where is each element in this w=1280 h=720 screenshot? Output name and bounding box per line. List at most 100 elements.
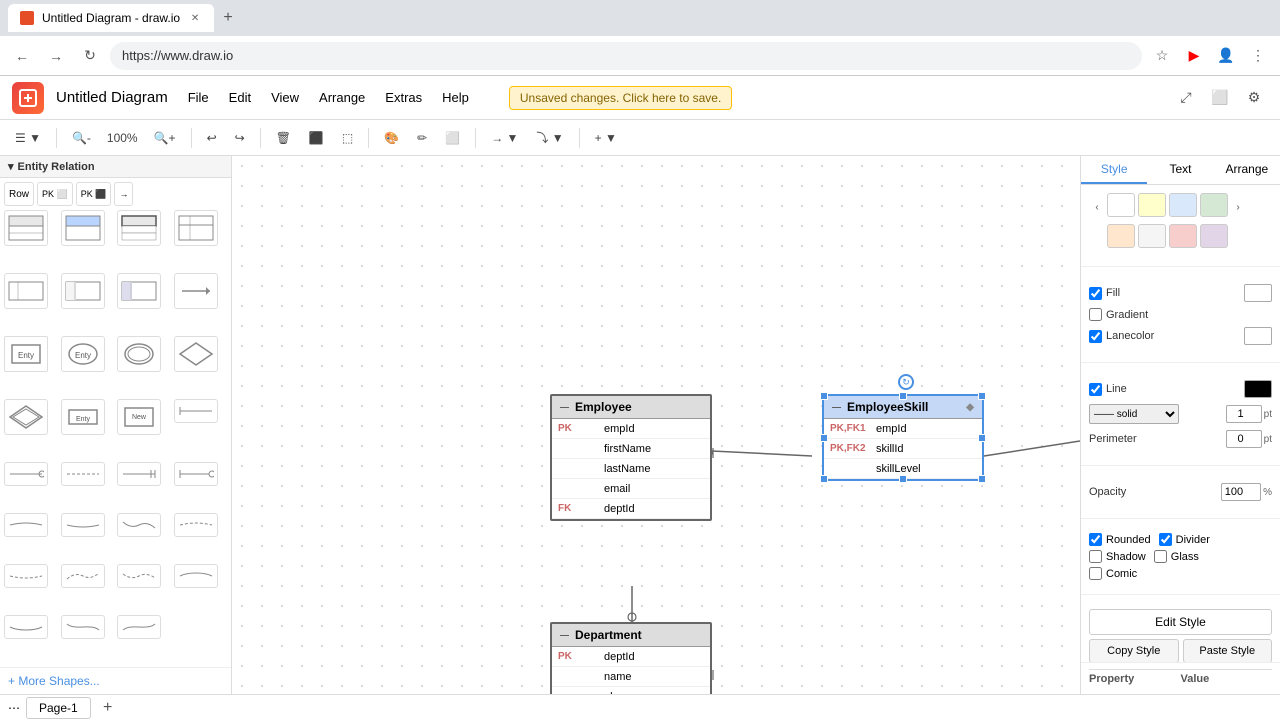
handle-tm[interactable] <box>899 392 907 400</box>
shape-table-1[interactable] <box>4 210 48 246</box>
line-width-input[interactable] <box>1226 405 1262 423</box>
handle-mr[interactable] <box>978 434 986 442</box>
handle-bm[interactable] <box>899 475 907 483</box>
connector-10[interactable] <box>4 564 48 588</box>
menu-extras[interactable]: Extras <box>377 86 430 109</box>
line-color-box[interactable] <box>1244 380 1272 398</box>
connector-2[interactable] <box>4 462 48 486</box>
handle-tr[interactable] <box>978 392 986 400</box>
shape-circle-entity[interactable]: Enty <box>61 336 105 372</box>
tab-close-btn[interactable]: ✕ <box>188 11 202 25</box>
fill-label[interactable]: Fill <box>1089 287 1120 300</box>
active-tab[interactable]: Untitled Diagram - draw.io ✕ <box>8 4 214 32</box>
swatch-green[interactable] <box>1200 193 1228 217</box>
profile-btn[interactable]: 👤 <box>1212 42 1240 70</box>
unsaved-notice[interactable]: Unsaved changes. Click here to save. <box>509 86 732 110</box>
edit-style-btn[interactable]: Edit Style <box>1089 609 1272 635</box>
rounded-label[interactable]: Rounded <box>1089 533 1151 546</box>
line-checkbox[interactable] <box>1089 383 1102 396</box>
lanecolor-label[interactable]: Lanecolor <box>1089 330 1154 343</box>
line-color-btn[interactable]: ✏ <box>410 125 434 151</box>
zoom-display[interactable]: 100% <box>100 125 145 151</box>
shape-entity-rect[interactable]: Enty <box>61 399 105 435</box>
bookmark-btn[interactable]: ☆ <box>1148 42 1176 70</box>
shape-diamond-2[interactable] <box>4 399 48 435</box>
window-btn[interactable]: ⬜ <box>1206 84 1234 112</box>
address-bar[interactable]: https://www.draw.io <box>110 42 1142 70</box>
connector-3[interactable] <box>61 462 105 486</box>
rounded-checkbox[interactable] <box>1089 533 1102 546</box>
color-nav-left[interactable]: ‹ <box>1089 199 1105 215</box>
handle-ml[interactable] <box>820 434 828 442</box>
employee-table[interactable]: — Employee PK empId firstName lastName <box>550 394 712 521</box>
canvas-area[interactable]: — Employee PK empId firstName lastName <box>232 156 1080 694</box>
menu-help[interactable]: Help <box>434 86 477 109</box>
connector-8[interactable] <box>117 513 161 537</box>
glass-label[interactable]: Glass <box>1154 550 1199 563</box>
shape-diamond-1[interactable] <box>174 336 218 372</box>
shape-arrow-right[interactable] <box>174 273 218 309</box>
pk2-shape[interactable]: PK ⬛ <box>76 182 112 206</box>
swatch-gray[interactable] <box>1138 224 1166 248</box>
shape-rect-label[interactable]: Enty <box>4 336 48 372</box>
gradient-label[interactable]: Gradient <box>1089 308 1148 321</box>
tab-style[interactable]: Style <box>1081 156 1147 184</box>
redo-btn[interactable]: ↪ <box>228 125 252 151</box>
department-table[interactable]: — Department PK deptId name phone <box>550 622 712 694</box>
tab-text[interactable]: Text <box>1147 156 1213 184</box>
gradient-checkbox[interactable] <box>1089 308 1102 321</box>
swatch-red[interactable] <box>1169 224 1197 248</box>
shape-table-3[interactable] <box>117 210 161 246</box>
menu-view[interactable]: View <box>263 86 307 109</box>
connector-16[interactable] <box>117 615 161 639</box>
swatch-yellow[interactable] <box>1138 193 1166 217</box>
connector-14[interactable] <box>4 615 48 639</box>
lanecolor-box[interactable] <box>1244 327 1272 345</box>
shape-row-label[interactable] <box>4 273 48 309</box>
paste-style-btn[interactable]: Paste Style <box>1183 639 1273 662</box>
rotate-handle[interactable]: ↻ <box>898 374 914 390</box>
shape-circle-weak[interactable] <box>117 336 161 372</box>
swatch-purple[interactable] <box>1200 224 1228 248</box>
connector-9[interactable] <box>174 513 218 537</box>
menu-edit[interactable]: Edit <box>221 86 259 109</box>
connector-btn[interactable]: → ▼ <box>484 125 525 151</box>
lanecolor-checkbox[interactable] <box>1089 330 1102 343</box>
connector-7[interactable] <box>61 513 105 537</box>
row-shape-label[interactable]: Row <box>4 182 34 206</box>
waypoint-btn[interactable]: ⤵ ▼ <box>529 125 570 151</box>
to-back-btn[interactable]: ⬚ <box>335 125 360 151</box>
employeeskill-table[interactable]: — EmployeeSkill ◆ PK,FK1 empId PK,FK2 sk… <box>822 394 984 481</box>
youtube-btn[interactable]: ▶ <box>1180 42 1208 70</box>
zoom-out-btn[interactable]: 🔍- <box>65 125 98 151</box>
connector-12[interactable] <box>117 564 161 588</box>
shape-table-4[interactable] <box>174 210 218 246</box>
zoom-in-btn[interactable]: 🔍+ <box>147 125 183 151</box>
divider-label[interactable]: Divider <box>1159 533 1210 546</box>
forward-btn[interactable]: → <box>42 42 70 70</box>
add-page-btn[interactable]: + <box>97 697 119 719</box>
swatch-orange[interactable] <box>1107 224 1135 248</box>
shape-row-pk[interactable] <box>61 273 105 309</box>
fill-checkbox[interactable] <box>1089 287 1102 300</box>
handle-bl[interactable] <box>820 475 828 483</box>
insert-btn[interactable]: + ▼ <box>588 125 624 151</box>
refresh-btn[interactable]: ↻ <box>76 42 104 70</box>
handle-br[interactable] <box>978 475 986 483</box>
copy-style-btn[interactable]: Copy Style <box>1089 639 1179 662</box>
arrow-shape[interactable]: → <box>114 182 133 206</box>
glass-checkbox[interactable] <box>1154 550 1167 563</box>
shadow-label[interactable]: Shadow <box>1089 550 1146 563</box>
swatch-blue[interactable] <box>1169 193 1197 217</box>
connector-15[interactable] <box>61 615 105 639</box>
undo-btn[interactable]: ↩ <box>200 125 224 151</box>
more-options-btn[interactable]: ⋯ <box>8 701 20 715</box>
fill-btn[interactable]: 🎨 <box>377 125 406 151</box>
connector-4[interactable] <box>117 462 161 486</box>
connector-1[interactable] <box>174 399 218 423</box>
shape-btn[interactable]: ⬜ <box>438 125 467 151</box>
swatch-white[interactable] <box>1107 193 1135 217</box>
connector-5[interactable] <box>174 462 218 486</box>
page-1-tab[interactable]: Page-1 <box>26 697 91 719</box>
shadow-checkbox[interactable] <box>1089 550 1102 563</box>
